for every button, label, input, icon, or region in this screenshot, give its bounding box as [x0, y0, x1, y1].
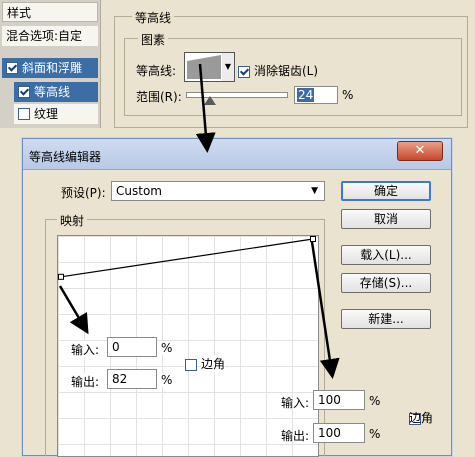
- bevel-emboss-checkbox[interactable]: [6, 61, 18, 74]
- left-output-label: 输出:: [71, 373, 100, 390]
- anti-alias-label: 消除锯齿(L): [254, 64, 319, 78]
- curve-point-right[interactable]: [310, 236, 316, 242]
- range-input[interactable]: 24: [294, 86, 338, 104]
- preset-label: 预设(P):: [61, 186, 106, 200]
- preset-value: Custom: [116, 184, 162, 198]
- styles-item-contour[interactable]: 等高线: [14, 82, 98, 102]
- styles-item-texture[interactable]: 纹理: [14, 104, 98, 124]
- close-button[interactable]: ✕: [397, 141, 443, 161]
- contour-label: 等高线:: [136, 64, 177, 78]
- contour-checkbox[interactable]: [18, 85, 30, 98]
- preset-select[interactable]: Custom ▼: [111, 181, 325, 201]
- load-button[interactable]: 载入(L)...: [341, 245, 431, 265]
- close-icon: ✕: [414, 143, 426, 158]
- contour-dropdown-button[interactable]: ▼: [222, 52, 235, 82]
- range-label: 范围(R):: [136, 90, 182, 104]
- right-input-unit: %: [369, 394, 381, 408]
- left-output-field[interactable]: 82: [107, 369, 157, 389]
- range-slider-track[interactable]: [186, 92, 288, 98]
- ok-button[interactable]: 确定: [341, 181, 431, 201]
- anti-alias-checkbox[interactable]: [238, 65, 250, 78]
- dialog-titlebar[interactable]: 等高线编辑器 ✕: [23, 139, 451, 170]
- right-output-unit: %: [369, 427, 381, 441]
- right-input-field[interactable]: 100: [313, 390, 365, 410]
- curve-point-left[interactable]: [58, 273, 64, 280]
- right-output-field[interactable]: 100: [313, 423, 365, 443]
- curve-line: [60, 238, 314, 278]
- styles-item-label: 斜面和浮雕: [22, 61, 83, 75]
- styles-item-bevel-emboss[interactable]: 斜面和浮雕: [2, 58, 98, 78]
- mapping-title: 映射: [57, 212, 88, 229]
- chevron-down-icon: ▼: [311, 186, 318, 196]
- texture-checkbox[interactable]: [18, 107, 30, 120]
- cancel-button[interactable]: 取消: [341, 209, 431, 229]
- contour-preview-icon: [187, 55, 221, 79]
- styles-item-blending-options[interactable]: 混合选项:自定: [2, 26, 98, 46]
- range-unit: %: [342, 88, 354, 102]
- styles-panel: 样式 混合选项:自定 斜面和浮雕 等高线 纹理: [0, 0, 101, 128]
- styles-item-label: 等高线: [34, 85, 71, 99]
- chevron-down-icon: ▼: [224, 62, 232, 71]
- left-input-label: 输入:: [71, 341, 100, 358]
- left-corner-checkbox[interactable]: [185, 358, 197, 371]
- contour-editor-dialog: 等高线编辑器 ✕ 预设(P): Custom ▼ 映射 输入: 0 % 边角 输…: [22, 138, 452, 457]
- right-input-label: 输入:: [281, 396, 310, 410]
- contour-panel: 等高线 图素 等高线: ▼ 消除锯齿(L) 范围(R): 24 %: [102, 0, 475, 130]
- new-button[interactable]: 新建...: [341, 309, 431, 329]
- left-input-unit: %: [161, 341, 173, 355]
- right-corner-label: 边角: [409, 411, 434, 425]
- left-output-unit: %: [161, 373, 173, 387]
- styles-header[interactable]: 样式: [2, 2, 98, 22]
- range-input-value: 24: [297, 88, 315, 102]
- dialog-title: 等高线编辑器: [29, 150, 102, 164]
- left-input-field[interactable]: 0: [107, 337, 157, 357]
- contour-thumbnail[interactable]: [184, 52, 224, 82]
- styles-item-label: 纹理: [34, 107, 59, 121]
- contour-panel-title: 等高线: [132, 9, 175, 26]
- left-corner-label: 边角: [201, 355, 226, 372]
- elements-group-title: 图素: [138, 31, 169, 48]
- save-button[interactable]: 存储(S)...: [341, 273, 431, 293]
- range-slider-thumb[interactable]: [204, 96, 216, 105]
- right-output-label: 输出:: [281, 429, 310, 443]
